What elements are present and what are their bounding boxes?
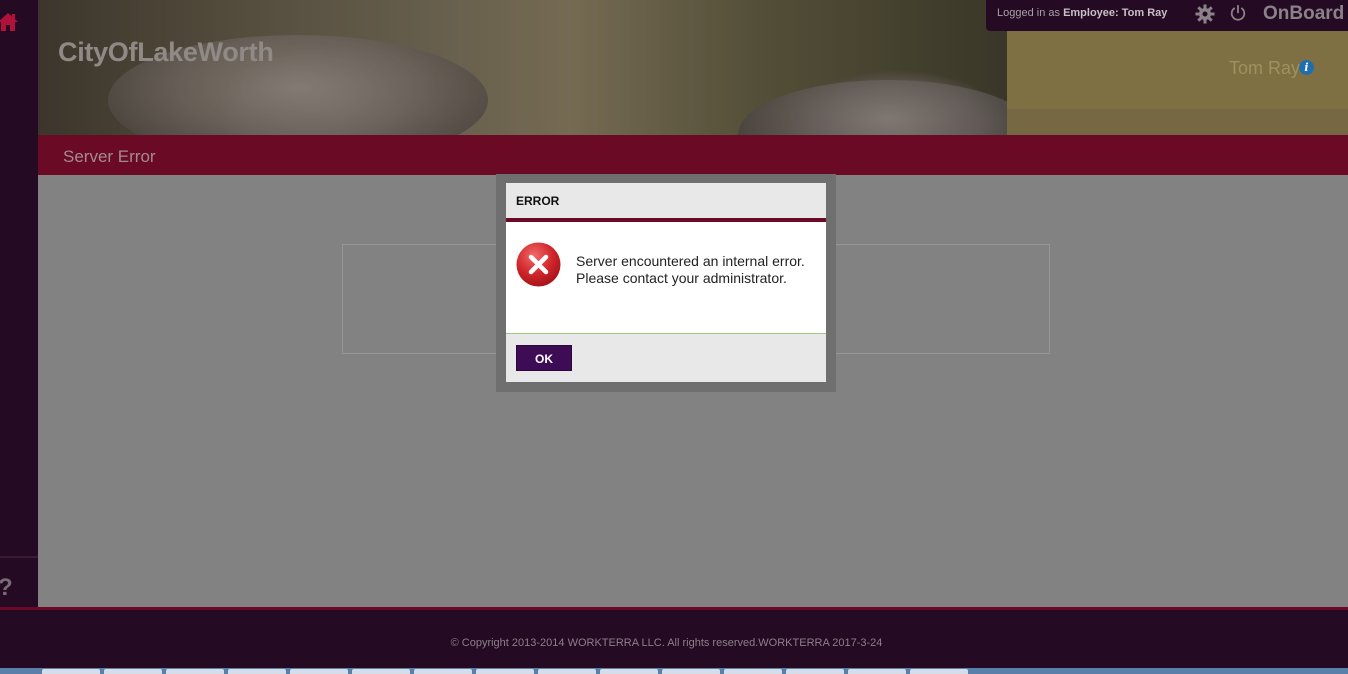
taskbar-button[interactable] (414, 669, 472, 674)
taskbar-button[interactable] (290, 669, 348, 674)
user-panel (1007, 31, 1348, 135)
taskbar-button[interactable] (910, 669, 968, 674)
dialog-message: Server encountered an internal error. Pl… (576, 253, 805, 286)
sidebar-divider (0, 556, 38, 558)
app-name: OnBoard (1263, 3, 1345, 24)
dialog-header: ERROR (506, 183, 826, 222)
left-sidebar: ? (0, 0, 38, 608)
dialog-title: ERROR (516, 194, 560, 208)
footer: © Copyright 2013-2014 WORKTERRA LLC. All… (0, 610, 1348, 668)
taskbar-button[interactable] (476, 669, 534, 674)
logged-in-role: Employee: (1063, 7, 1119, 19)
taskbar-button[interactable] (166, 669, 224, 674)
taskbar-button[interactable] (786, 669, 844, 674)
error-icon (516, 242, 561, 287)
taskbar-button[interactable] (600, 669, 658, 674)
page-title: Server Error (63, 147, 156, 166)
logged-in-status: Logged in as Employee: Tom Ray (997, 7, 1167, 19)
taskbar-button[interactable] (662, 669, 720, 674)
ok-button[interactable]: OK (516, 345, 572, 371)
taskbar-button[interactable] (104, 669, 162, 674)
dialog-footer: OK (506, 333, 826, 382)
error-dialog: ERROR Server encountered an internal err… (506, 183, 826, 382)
taskbar-button[interactable] (724, 669, 782, 674)
info-icon[interactable]: i (1299, 60, 1314, 75)
gear-icon[interactable] (1195, 4, 1215, 24)
taskbar-button[interactable] (42, 669, 100, 674)
user-display-name[interactable]: Tom Ray (1229, 58, 1300, 79)
logged-in-user: Tom Ray (1121, 7, 1168, 19)
taskbar-button[interactable] (538, 669, 596, 674)
home-icon[interactable] (0, 11, 19, 33)
help-icon[interactable]: ? (0, 574, 13, 602)
os-taskbar (0, 668, 1348, 674)
taskbar-button[interactable] (228, 669, 286, 674)
logged-in-prefix: Logged in as (997, 7, 1060, 19)
copyright-text: © Copyright 2013-2014 WORKTERRA LLC. All… (450, 637, 883, 649)
organization-title: CityOfLakeWorth (58, 37, 274, 67)
taskbar-button[interactable] (848, 669, 906, 674)
page-header-bar: Server Error (38, 135, 1348, 175)
power-icon[interactable] (1229, 4, 1247, 22)
top-bar: Logged in as Employee: Tom Ray OnBoard (986, 0, 1348, 31)
taskbar-button[interactable] (352, 669, 410, 674)
